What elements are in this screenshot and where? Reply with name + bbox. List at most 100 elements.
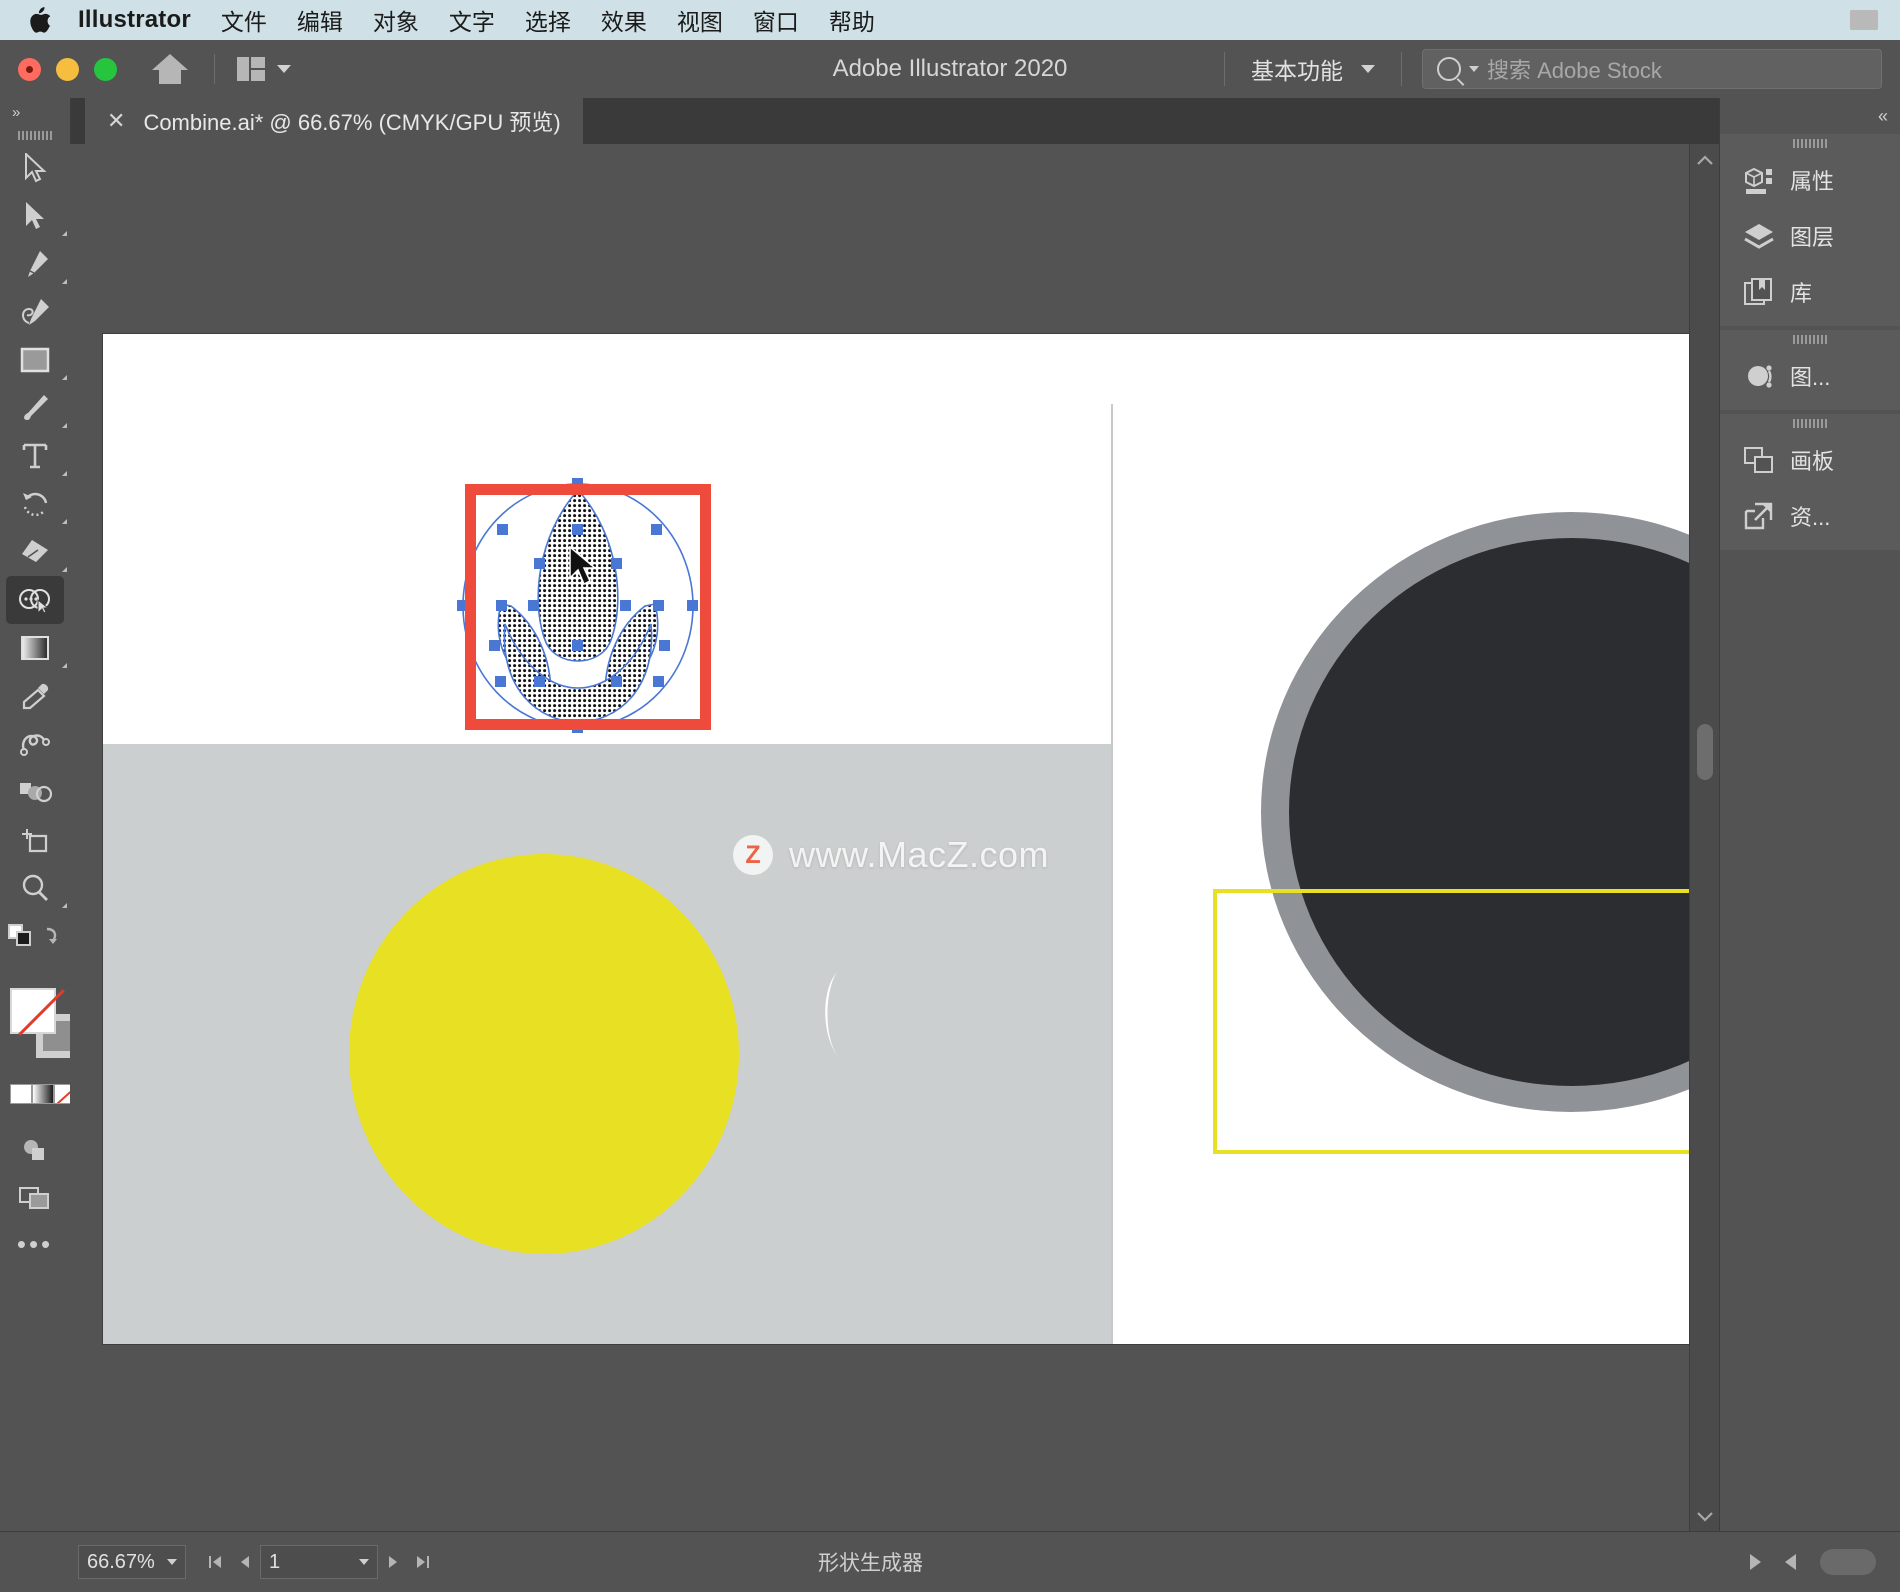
status-expand-icon[interactable] [1750,1554,1761,1570]
toolbar-drag-handle[interactable] [0,126,70,144]
zoom-tool[interactable] [0,864,70,912]
tool-flyout-indicator[interactable] [62,903,67,908]
toolbar-overflow-button[interactable]: ••• [0,1222,70,1266]
chevron-down-icon[interactable] [277,65,291,73]
pen-tool[interactable] [0,240,70,288]
curvature-tool[interactable] [0,288,70,336]
selection-tool[interactable] [0,144,70,192]
document-tab-label: Combine.ai* @ 66.67% (CMYK/GPU 预览) [143,110,561,135]
illustrator-window: Illustrator 文件 编辑 对象 文字 选择 效果 视图 窗口 帮助 A… [0,0,1900,1592]
tool-flyout-indicator[interactable] [62,567,67,572]
scrollbar-thumb[interactable] [1697,724,1713,780]
application-title-bar: Adobe Illustrator 2020 基本功能 搜索 Adobe Sto… [0,40,1900,99]
panel-item-image-trace[interactable]: 图... [1720,348,1900,404]
menu-view[interactable]: 视图 [677,3,723,37]
shape-builder-tool[interactable] [6,576,64,624]
apple-logo-icon[interactable] [30,7,52,33]
panel-item-properties[interactable]: 属性 [1720,152,1900,208]
scroll-down-icon[interactable] [1690,1500,1720,1532]
menu-help[interactable]: 帮助 [829,3,875,37]
workspace-switcher[interactable]: 基本功能 [1225,52,1401,86]
panel-drag-handle[interactable] [1720,134,1900,152]
chevron-down-icon[interactable] [359,1559,369,1565]
status-bar-right [1750,1549,1876,1575]
chevron-down-icon[interactable] [1469,66,1479,72]
menu-file[interactable]: 文件 [221,3,267,37]
paintbrush-tool[interactable] [0,384,70,432]
eraser-tool[interactable] [0,528,70,576]
symbol-sprayer-tool[interactable] [0,768,70,816]
collapse-panels-icon[interactable]: « [1878,106,1888,127]
white-crescent-shape[interactable] [807,964,867,1064]
menu-edit[interactable]: 编辑 [297,3,343,37]
panel-item-asset-export[interactable]: 资... [1720,488,1900,544]
gradient-tool[interactable] [0,624,70,672]
zoom-level-field[interactable]: 66.67% [78,1545,186,1579]
next-page-icon[interactable] [378,1545,408,1579]
menu-effect[interactable]: 效果 [601,3,647,37]
artboard[interactable]: Z www.MacZ.com [103,334,1720,1344]
dock-group-3: 画板 资... [1720,414,1900,550]
title-divider-1 [214,54,215,84]
panel-item-libraries[interactable]: 库 [1720,264,1900,320]
scroll-up-icon[interactable] [1690,144,1720,176]
status-bar-resize-handle[interactable] [1820,1549,1876,1575]
eyedropper-tool[interactable] [0,672,70,720]
drawing-mode-button[interactable] [0,1126,70,1174]
panel-label-properties: 属性 [1790,169,1835,194]
minimize-window-button[interactable] [56,57,79,81]
tool-flyout-indicator[interactable] [62,231,67,236]
panel-drag-handle[interactable] [1720,330,1900,348]
direct-selection-tool[interactable] [0,192,70,240]
yellow-circle-shape[interactable] [349,854,739,1254]
macos-app-name[interactable]: Illustrator [78,6,191,34]
blend-tool[interactable] [0,720,70,768]
rectangle-tool[interactable] [0,336,70,384]
chevron-down-icon[interactable] [166,1559,177,1565]
menu-select[interactable]: 选择 [525,3,571,37]
first-page-icon[interactable] [200,1545,230,1579]
maximize-window-button[interactable] [94,57,117,81]
close-icon[interactable]: ✕ [107,110,125,132]
canvas-vertical-scrollbar[interactable] [1689,144,1720,1532]
tools-panel: » ••• [0,98,80,1532]
type-tool[interactable] [0,432,70,480]
last-page-icon[interactable] [408,1545,438,1579]
tool-flyout-indicator[interactable] [62,519,67,524]
tool-flyout-indicator[interactable] [62,375,67,380]
panel-item-layers[interactable]: 图层 [1720,208,1900,264]
fill-swatch[interactable] [10,988,56,1034]
document-tab[interactable]: ✕ Combine.ai* @ 66.67% (CMYK/GPU 预览) [85,98,583,144]
page-number-field[interactable]: 1 [260,1545,378,1579]
close-window-button[interactable] [18,57,41,81]
canvas-area[interactable]: Z www.MacZ.com 把指针移到这里，按住 Option 键，拖动剩下的… [70,144,1720,1532]
dock-header: « [1720,98,1900,134]
active-tool-indicator[interactable]: 形状生成器 [558,1547,1750,1577]
gradient-swatch-button[interactable] [32,1084,54,1104]
toolbar-expand-button[interactable]: » [0,98,70,126]
artboard-tool[interactable] [0,816,70,864]
chevron-down-icon[interactable] [1361,65,1375,73]
menu-object[interactable]: 对象 [373,3,419,37]
menu-type[interactable]: 文字 [449,3,495,37]
screen-mode-button[interactable] [0,1174,70,1222]
search-input[interactable]: 搜索 Adobe Stock [1422,49,1882,89]
yellow-rectangle-outline[interactable] [1213,889,1720,1154]
swap-fill-stroke-button[interactable] [0,912,70,960]
color-swatch-button[interactable] [10,1084,32,1104]
previous-page-icon[interactable] [230,1545,260,1579]
properties-icon [1742,163,1776,197]
arrange-documents-icon[interactable] [237,57,291,81]
tool-flyout-indicator[interactable] [62,663,67,668]
tool-flyout-indicator[interactable] [62,423,67,428]
tool-flyout-indicator[interactable] [62,279,67,284]
status-collapse-icon[interactable] [1785,1554,1796,1570]
home-icon[interactable] [150,49,190,89]
panel-item-artboards[interactable]: 画板 [1720,432,1900,488]
menu-bar-status-item[interactable] [1850,10,1878,30]
artboard-divider-line [1111,404,1113,1344]
tool-flyout-indicator[interactable] [62,471,67,476]
menu-window[interactable]: 窗口 [753,3,799,37]
rotate-tool[interactable] [0,480,70,528]
panel-drag-handle[interactable] [1720,414,1900,432]
